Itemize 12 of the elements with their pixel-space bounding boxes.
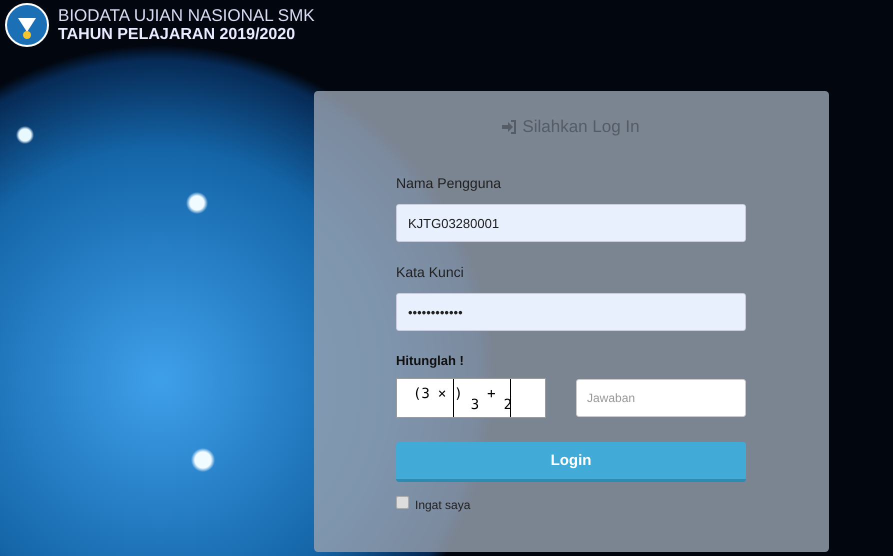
input-field[interactable]: KJTG03280001 [396, 204, 746, 242]
sign-in-icon [502, 120, 518, 134]
app-subtitle: TAHUN PELAJARAN 2019/2020 [58, 25, 296, 44]
remember-checkbox[interactable] [396, 496, 409, 509]
app-title: BIODATA UJIAN NASIONAL SMK [58, 6, 315, 25]
captcha-label: Hitunglah ! [396, 353, 465, 368]
remember-label: Ingat saya [415, 498, 470, 512]
emblem-icon [4, 2, 50, 48]
input-field[interactable]: •••••••••••• [396, 293, 746, 331]
field-label: Nama Pengguna [396, 175, 502, 191]
field-label: Kata Kunci [396, 264, 465, 280]
answer-field[interactable]: Jawaban [576, 379, 746, 417]
